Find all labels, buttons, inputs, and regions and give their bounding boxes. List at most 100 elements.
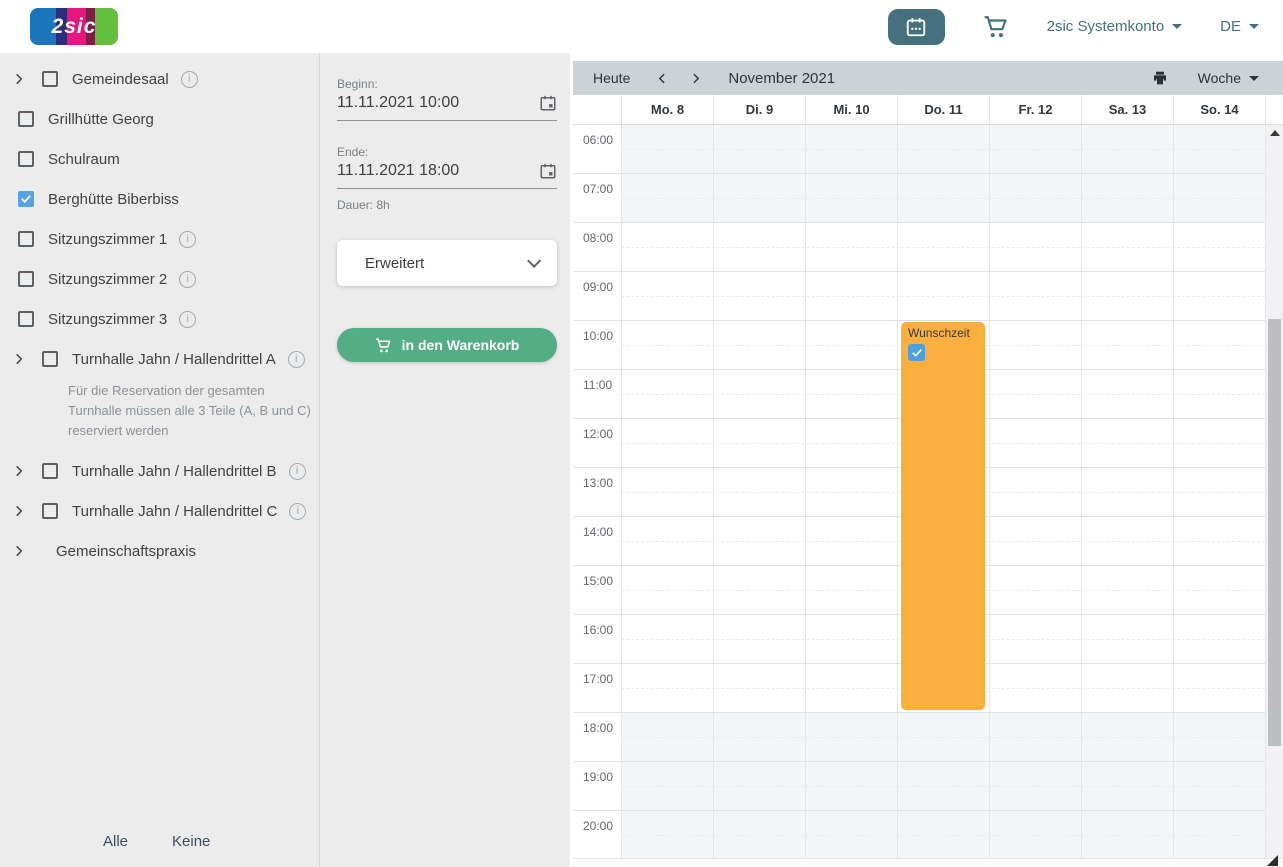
calendar-cell[interactable] [621, 664, 713, 712]
calendar-cell[interactable] [805, 419, 897, 467]
calendar-cell[interactable] [621, 174, 713, 222]
cart-button[interactable] [983, 14, 1009, 40]
calendar-cell[interactable] [1081, 321, 1173, 369]
calendar-cell[interactable] [1173, 615, 1265, 663]
end-input[interactable]: 11.11.2021 18:00 [337, 162, 557, 189]
calendar-cell[interactable] [713, 125, 805, 173]
print-button[interactable] [1152, 70, 1168, 86]
calendar-cell[interactable] [805, 762, 897, 810]
calendar-cell[interactable] [1081, 811, 1173, 858]
calendar-cell[interactable] [621, 615, 713, 663]
calendar-cell[interactable] [713, 370, 805, 418]
calendar-cell[interactable] [805, 370, 897, 418]
room-checkbox[interactable] [18, 311, 34, 327]
calendar-cell[interactable] [1173, 664, 1265, 712]
calendar-cell[interactable] [713, 174, 805, 222]
calendar-cell[interactable] [713, 713, 805, 761]
calendar-cell[interactable] [805, 566, 897, 614]
info-icon[interactable]: i [289, 463, 306, 480]
calendar-cell[interactable] [1081, 370, 1173, 418]
expand-chevron-icon[interactable] [12, 352, 27, 367]
calendar-cell[interactable] [621, 566, 713, 614]
calendar-cell[interactable] [897, 713, 989, 761]
calendar-cell[interactable] [1173, 468, 1265, 516]
room-checkbox[interactable] [18, 231, 34, 247]
calendar-cell[interactable] [805, 517, 897, 565]
calendar-cell[interactable] [805, 468, 897, 516]
info-icon[interactable]: i [181, 71, 198, 88]
datepicker-icon[interactable] [539, 94, 557, 112]
event-wunschzeit[interactable]: Wunschzeit [901, 322, 985, 710]
expand-chevron-icon[interactable] [12, 504, 27, 519]
calendar-cell[interactable] [989, 517, 1081, 565]
view-dropdown[interactable]: Woche [1198, 70, 1259, 86]
calendar-cell[interactable] [713, 615, 805, 663]
calendar-cell[interactable] [713, 811, 805, 858]
select-all-button[interactable]: Alle [103, 833, 128, 850]
language-dropdown[interactable]: DE [1220, 18, 1259, 35]
calendar-cell[interactable] [621, 762, 713, 810]
calendar-cell[interactable] [805, 811, 897, 858]
advanced-expander[interactable]: Erweitert [337, 240, 557, 286]
begin-input[interactable]: 11.11.2021 10:00 [337, 94, 557, 121]
next-week-button[interactable] [689, 72, 702, 85]
calendar-cell[interactable] [805, 125, 897, 173]
calendar-cell[interactable] [621, 321, 713, 369]
calendar-cell[interactable] [1173, 517, 1265, 565]
room-checkbox[interactable] [18, 111, 34, 127]
calendar-cell[interactable] [989, 272, 1081, 320]
calendar-cell[interactable] [989, 125, 1081, 173]
calendar-cell[interactable] [1173, 370, 1265, 418]
calendar-cell[interactable] [621, 419, 713, 467]
logo-2sic[interactable]: 2sic [30, 8, 118, 45]
calendar-cell[interactable] [713, 566, 805, 614]
select-none-button[interactable]: Keine [172, 833, 210, 850]
calendar-cell[interactable] [1173, 223, 1265, 271]
calendar-cell[interactable] [621, 370, 713, 418]
account-dropdown[interactable]: 2sic Systemkonto [1047, 18, 1183, 35]
vertical-scrollbar[interactable] [1265, 125, 1283, 858]
calendar-cell[interactable] [805, 174, 897, 222]
calendar-cell[interactable] [897, 762, 989, 810]
add-to-cart-button[interactable]: in den Warenkorb [337, 328, 557, 362]
calendar-cell[interactable] [1173, 419, 1265, 467]
calendar-cell[interactable] [1081, 125, 1173, 173]
calendar-cell[interactable] [621, 811, 713, 858]
calendar-cell[interactable] [989, 664, 1081, 712]
calendar-cell[interactable] [1081, 174, 1173, 222]
calendar-cell[interactable] [1081, 566, 1173, 614]
calendar-cell[interactable] [805, 223, 897, 271]
calendar-cell[interactable] [713, 321, 805, 369]
expand-chevron-icon[interactable] [12, 72, 27, 87]
calendar-cell[interactable] [805, 615, 897, 663]
calendar-cell[interactable] [1173, 272, 1265, 320]
calendar-cell[interactable] [1173, 713, 1265, 761]
expand-chevron-icon[interactable] [12, 464, 27, 479]
expand-chevron-icon[interactable] [12, 544, 27, 559]
scrollbar-thumb[interactable] [1268, 319, 1281, 746]
calendar-cell[interactable] [713, 272, 805, 320]
calendar-cell[interactable] [621, 517, 713, 565]
calendar-cell[interactable] [1081, 762, 1173, 810]
calendar-cell[interactable] [805, 664, 897, 712]
datepicker-icon[interactable] [539, 162, 557, 180]
info-icon[interactable]: i [288, 351, 305, 368]
calendar-cell[interactable] [621, 272, 713, 320]
calendar-cell[interactable] [1081, 272, 1173, 320]
calendar-cell[interactable] [1173, 174, 1265, 222]
calendar-cell[interactable] [713, 223, 805, 271]
calendar-view-button[interactable] [888, 9, 945, 45]
calendar-cell[interactable] [989, 223, 1081, 271]
calendar-cell[interactable] [621, 468, 713, 516]
calendar-cell[interactable] [1081, 517, 1173, 565]
calendar-cell[interactable] [805, 321, 897, 369]
info-icon[interactable]: i [179, 311, 196, 328]
calendar-cell[interactable] [897, 223, 989, 271]
room-checkbox[interactable] [42, 71, 58, 87]
calendar-cell[interactable] [621, 223, 713, 271]
calendar-cell[interactable] [989, 811, 1081, 858]
calendar-cell[interactable] [1081, 419, 1173, 467]
calendar-cell[interactable] [713, 664, 805, 712]
info-icon[interactable]: i [179, 271, 196, 288]
calendar-cell[interactable] [1081, 713, 1173, 761]
